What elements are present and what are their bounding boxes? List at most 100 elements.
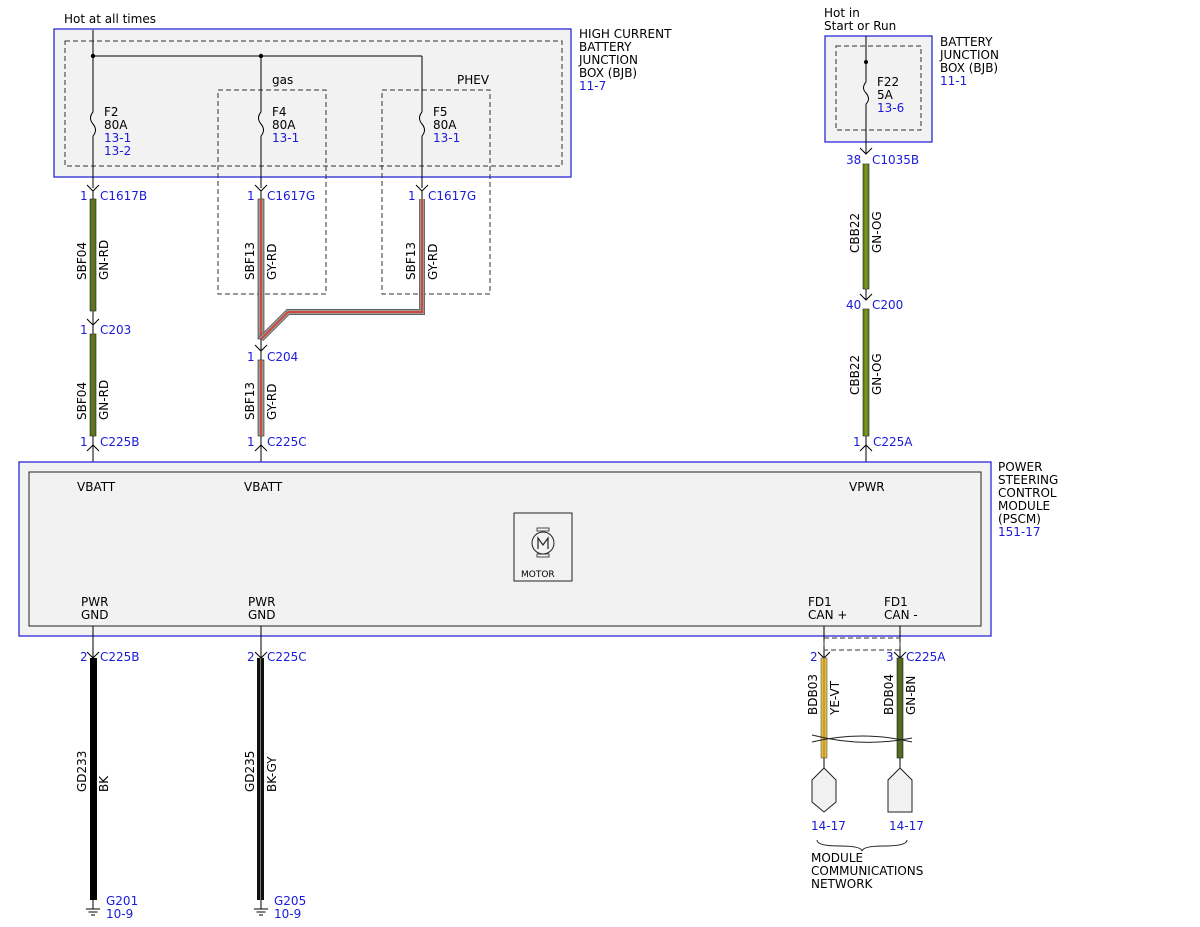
hcbjb-ref: 11-7 bbox=[579, 79, 606, 93]
can-m-name: C225A bbox=[906, 650, 946, 664]
c1617b-name: C1617B bbox=[100, 189, 147, 203]
c225b-top-name: C225B bbox=[100, 435, 140, 449]
network-label-3: NETWORK bbox=[811, 877, 874, 891]
g201-name: G201 bbox=[106, 894, 138, 908]
network-ref-a: 14-17 bbox=[811, 819, 846, 833]
c204-pin: 1 bbox=[247, 350, 255, 364]
wire-sbf04-b-circuit: SBF04 bbox=[75, 382, 89, 420]
fuse-f2-ref2: 13-2 bbox=[104, 144, 131, 158]
c225b-top-pin: 1 bbox=[80, 435, 88, 449]
c200-pin: 40 bbox=[846, 298, 861, 312]
wire-sbf13-phev-circuit: SBF13 bbox=[404, 242, 418, 280]
wire-gd235-color: BK-GY bbox=[265, 756, 279, 792]
c225c-top-pin: 1 bbox=[247, 435, 255, 449]
network-label-2: COMMUNICATIONS bbox=[811, 864, 923, 878]
network-arrow-b-icon bbox=[887, 767, 913, 813]
can-m-pin: 3 bbox=[886, 650, 894, 664]
c1617g-a-pin: 1 bbox=[247, 189, 255, 203]
pin-vpwr: VPWR bbox=[849, 480, 885, 494]
wire-sbf04-a-color: GN-RD bbox=[97, 240, 111, 280]
wire-bdb03-color: YE-VT bbox=[828, 680, 842, 716]
wire-cbb22-a-circuit: CBB22 bbox=[848, 213, 862, 253]
c1035b-pin: 38 bbox=[846, 153, 861, 167]
g205-ref: 10-9 bbox=[274, 907, 301, 921]
fuse-f2-ref1: 13-1 bbox=[104, 131, 131, 145]
motor-label: MOTOR bbox=[521, 570, 555, 580]
pin-vbatt-1: VBATT bbox=[77, 480, 116, 494]
pscm-label-1: POWER bbox=[998, 460, 1042, 474]
wire-cbb22-a-color: GN-OG bbox=[870, 211, 884, 253]
g201-ref: 10-9 bbox=[106, 907, 133, 921]
hcbjb-label-3: JUNCTION bbox=[578, 53, 638, 67]
wire-gd233-color: BK bbox=[97, 775, 111, 792]
hot-start-run-2: Start or Run bbox=[824, 19, 896, 33]
wire-bdb04-color: GN-BN bbox=[904, 676, 918, 715]
fuse-f22-ref1: 13-6 bbox=[877, 101, 904, 115]
fuse-f22-amp: 5A bbox=[877, 88, 894, 102]
wire-cbb22-b-circuit: CBB22 bbox=[848, 355, 862, 395]
bjb-label-1: BATTERY bbox=[940, 35, 993, 49]
c1617g-b-name: C1617G bbox=[428, 189, 476, 203]
fuse-f5-ref1: 13-1 bbox=[433, 131, 460, 145]
fuse-f2-name: F2 bbox=[104, 105, 119, 119]
wire-sbf04-b-color: GN-RD bbox=[97, 380, 111, 420]
pin-fd1-canm-a: FD1 bbox=[884, 595, 908, 609]
ground-g205-icon bbox=[254, 908, 268, 916]
fuse-f4-ref1: 13-1 bbox=[272, 131, 299, 145]
pscm-label-3: CONTROL bbox=[998, 486, 1057, 500]
bjb-ref: 11-1 bbox=[940, 74, 967, 88]
c203-pin: 1 bbox=[80, 323, 88, 337]
fuse-f22-name: F22 bbox=[877, 75, 899, 89]
fuse-f2-amp: 80A bbox=[104, 118, 128, 132]
c1617g-b-pin: 1 bbox=[408, 189, 416, 203]
wire-gd235-circuit: GD235 bbox=[243, 751, 257, 792]
bjb-label-3: BOX (BJB) bbox=[940, 61, 998, 75]
gas-label: gas bbox=[272, 73, 293, 87]
fuse-f5-name: F5 bbox=[433, 105, 448, 119]
c1035b-name: C1035B bbox=[872, 153, 919, 167]
hcbjb-box bbox=[53, 28, 572, 178]
pin-pwr-gnd-2-a: PWR bbox=[248, 595, 275, 609]
hcbjb-label-1: HIGH CURRENT bbox=[579, 27, 672, 41]
pscm-ref: 151-17 bbox=[998, 525, 1041, 539]
network-ref-b: 14-17 bbox=[889, 819, 924, 833]
wiring-diagram: HIGH CURRENT BATTERY JUNCTION BOX (BJB) … bbox=[18, 6, 1058, 921]
c1617g-a-name: C1617G bbox=[267, 189, 315, 203]
wire-bdb03-circuit: BDB03 bbox=[806, 674, 820, 715]
network-label-1: MODULE bbox=[811, 851, 863, 865]
fuse-f4-name: F4 bbox=[272, 105, 287, 119]
c1617b-pin: 1 bbox=[80, 189, 88, 203]
wire-sbf13-phev-color: GY-RD bbox=[426, 243, 440, 280]
pscm-label-4: MODULE bbox=[998, 499, 1050, 513]
wire-cbb22-b-color: GN-OG bbox=[870, 353, 884, 395]
c200-name: C200 bbox=[872, 298, 903, 312]
c225c-bot-name: C225C bbox=[267, 650, 307, 664]
pin-pwr-gnd-1-b: GND bbox=[81, 608, 109, 622]
pin-fd1-canp-b: CAN + bbox=[808, 608, 847, 622]
pin-fd1-canp-a: FD1 bbox=[808, 595, 832, 609]
can-p-pin: 2 bbox=[810, 650, 818, 664]
wire-sbf13-gas-circuit: SBF13 bbox=[243, 242, 257, 280]
network-arrow-a-icon bbox=[811, 767, 837, 813]
c225a-top-name: C225A bbox=[873, 435, 913, 449]
ground-g201-icon bbox=[86, 908, 100, 916]
wire-bdb04-circuit: BDB04 bbox=[882, 674, 896, 715]
c225a-top-pin: 1 bbox=[853, 435, 861, 449]
c225b-bot-name: C225B bbox=[100, 650, 140, 664]
wire-sbf13-gas-color: GY-RD bbox=[265, 243, 279, 280]
c225b-bot-pin: 2 bbox=[80, 650, 88, 664]
wire-sbf13-pscm-color: GY-RD bbox=[265, 383, 279, 420]
c203-name: C203 bbox=[100, 323, 131, 337]
pscm-label-5: (PSCM) bbox=[998, 512, 1041, 526]
fuse-f5-amp: 80A bbox=[433, 118, 457, 132]
hcbjb-label-2: BATTERY bbox=[579, 40, 632, 54]
pscm-inner bbox=[28, 471, 982, 627]
network-brace bbox=[816, 839, 908, 852]
wire-gd233 bbox=[90, 658, 97, 900]
pscm-label-2: STEERING bbox=[998, 473, 1058, 487]
pin-pwr-gnd-2-b: GND bbox=[248, 608, 276, 622]
c204-name: C204 bbox=[267, 350, 298, 364]
phev-label: PHEV bbox=[457, 73, 490, 87]
wire-sbf04-a-circuit: SBF04 bbox=[75, 242, 89, 280]
pin-vbatt-2: VBATT bbox=[244, 480, 283, 494]
